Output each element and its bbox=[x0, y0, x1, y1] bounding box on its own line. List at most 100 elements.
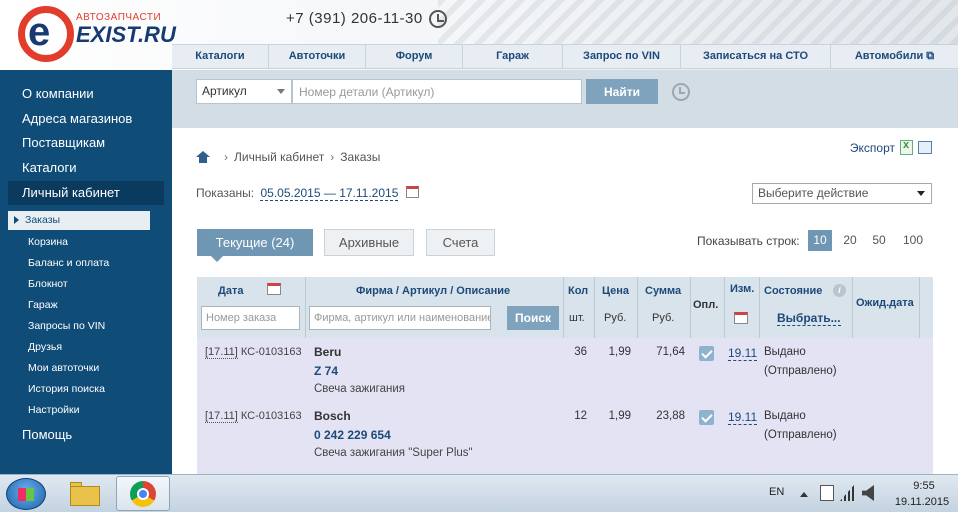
sidebar-subitem-settings[interactable]: Настройки bbox=[0, 400, 172, 421]
history-icon[interactable] bbox=[672, 83, 690, 101]
network-icon[interactable] bbox=[840, 485, 854, 501]
action-center-icon[interactable] bbox=[820, 485, 834, 501]
calendar-icon[interactable] bbox=[405, 186, 419, 198]
header-sum-unit: Руб. bbox=[652, 312, 675, 324]
sidebar-subitem-orders[interactable]: Заказы bbox=[8, 211, 150, 230]
clock-time[interactable]: 9:55 bbox=[902, 480, 946, 492]
sum: 23,88 bbox=[656, 410, 685, 422]
export-area: Экспорт bbox=[850, 139, 932, 155]
header-paid[interactable]: Опл. bbox=[693, 299, 718, 311]
order-date[interactable]: [17.11] bbox=[205, 410, 238, 423]
export-link[interactable]: Экспорт bbox=[850, 141, 895, 155]
topnav-cars[interactable]: Автомобили ⧉ bbox=[831, 45, 958, 68]
site-logo[interactable]: e АВТОЗАПЧАСТИ EXIST.RU bbox=[18, 6, 176, 62]
order-number-filter[interactable] bbox=[201, 306, 300, 330]
article-number[interactable]: 0 242 229 654 bbox=[314, 428, 391, 442]
table-row[interactable]: [17.11] КС-0103163 Bosch 0 242 229 654 С… bbox=[197, 407, 933, 471]
rows-option-50[interactable]: 50 bbox=[866, 230, 892, 251]
start-button[interactable] bbox=[6, 478, 46, 510]
rows-per-page-label: Показывать строк: bbox=[697, 234, 800, 248]
part-description: Свеча зажигания "Super Plus" bbox=[314, 447, 473, 459]
header-changed[interactable]: Изм. bbox=[730, 283, 754, 295]
topnav-catalogs[interactable]: Каталоги bbox=[172, 45, 269, 68]
logo-text: EXIST.RU bbox=[76, 22, 176, 47]
firm-filter-input[interactable] bbox=[309, 306, 491, 330]
header-firm[interactable]: Фирма / Артикул / Описание bbox=[356, 285, 510, 297]
action-select[interactable]: Выберите действие bbox=[752, 183, 932, 204]
topnav-garage[interactable]: Гараж bbox=[463, 45, 563, 68]
taskbar: EN 9:55 19.11.2015 bbox=[0, 474, 958, 512]
table-search-button[interactable]: Поиск bbox=[507, 306, 559, 330]
topnav-service-booking[interactable]: Записаться на СТО bbox=[681, 45, 831, 68]
topnav-forum[interactable]: Форум bbox=[366, 45, 463, 68]
sidebar-subitem-notepad[interactable]: Блокнот bbox=[0, 274, 172, 295]
topnav-vin-request[interactable]: Запрос по VIN bbox=[563, 45, 681, 68]
calendar-icon[interactable] bbox=[734, 312, 748, 324]
volume-icon[interactable] bbox=[862, 485, 874, 501]
print-icon[interactable] bbox=[918, 141, 932, 154]
sidebar: О компании Адреса магазинов Поставщикам … bbox=[0, 70, 172, 474]
rows-option-20[interactable]: 20 bbox=[838, 230, 862, 251]
article-number[interactable]: Z 74 bbox=[314, 364, 338, 378]
home-icon[interactable] bbox=[196, 150, 210, 164]
order-status: Выдано (Отправлено) bbox=[764, 346, 837, 377]
sidebar-subitem-vin[interactable]: Запросы по VIN bbox=[0, 316, 172, 337]
header-qty[interactable]: Кол bbox=[568, 285, 588, 297]
top-navigation: Каталоги Автоточки Форум Гараж Запрос по… bbox=[172, 44, 958, 69]
clock-icon[interactable] bbox=[429, 10, 447, 28]
quantity: 36 bbox=[574, 346, 587, 358]
header-date[interactable]: Дата bbox=[218, 285, 243, 297]
changed-date[interactable]: 19.11 bbox=[728, 346, 758, 361]
header-expected-date[interactable]: Ожид.дата bbox=[856, 297, 914, 309]
paid-checkbox bbox=[699, 346, 714, 361]
find-button[interactable]: Найти bbox=[586, 79, 658, 104]
info-icon[interactable]: i bbox=[833, 284, 846, 297]
rows-option-10[interactable]: 10 bbox=[808, 230, 832, 251]
firm-name: Beru bbox=[314, 345, 342, 359]
sidebar-subitem-cart[interactable]: Корзина bbox=[0, 232, 172, 253]
table-body: [17.11] КС-0103163 Beru Z 74 Свеча зажиг… bbox=[197, 338, 933, 474]
part-number-input[interactable] bbox=[292, 79, 582, 104]
table-header: Дата Фирма / Артикул / Описание Кол шт. … bbox=[197, 277, 933, 338]
header-price[interactable]: Цена bbox=[602, 285, 629, 297]
sidebar-subitem-friends[interactable]: Друзья bbox=[0, 337, 172, 358]
topnav-autopoints[interactable]: Автоточки bbox=[269, 45, 366, 68]
sidebar-item-catalogs[interactable]: Каталоги bbox=[22, 156, 172, 181]
tab-current[interactable]: Текущие (24) bbox=[197, 229, 313, 262]
language-indicator[interactable]: EN bbox=[769, 486, 784, 498]
sidebar-subitem-history[interactable]: История поиска bbox=[0, 379, 172, 400]
price: 1,99 bbox=[608, 410, 631, 422]
sidebar-item-stores[interactable]: Адреса магазинов bbox=[22, 107, 172, 132]
breadcrumb-account[interactable]: Личный кабинет bbox=[234, 150, 324, 164]
sidebar-item-about[interactable]: О компании bbox=[22, 82, 172, 107]
quantity: 12 bbox=[574, 410, 587, 422]
search-type-select[interactable]: Артикул bbox=[196, 79, 292, 104]
sidebar-item-help[interactable]: Помощь bbox=[0, 427, 172, 442]
date-range: Показаны: 05.05.2015 — 17.11.2015 bbox=[196, 186, 419, 201]
rows-option-100[interactable]: 100 bbox=[898, 230, 928, 251]
chevron-down-icon bbox=[917, 191, 925, 196]
date-range-link[interactable]: 05.05.2015 — 17.11.2015 bbox=[260, 186, 399, 201]
sidebar-subitem-autopoints[interactable]: Мои автоточки bbox=[0, 358, 172, 379]
changed-date[interactable]: 19.11 bbox=[728, 410, 758, 425]
sidebar-item-account[interactable]: Личный кабинет bbox=[8, 181, 164, 205]
show-hidden-icons-arrow[interactable] bbox=[800, 492, 808, 497]
breadcrumb: › Личный кабинет › Заказы bbox=[196, 150, 380, 164]
sidebar-item-suppliers[interactable]: Поставщикам bbox=[22, 131, 172, 156]
order-status: Выдано (Отправлено) bbox=[764, 410, 837, 441]
sidebar-subitem-balance[interactable]: Баланс и оплата bbox=[0, 253, 172, 274]
order-date[interactable]: [17.11] bbox=[205, 346, 238, 359]
header-status[interactable]: Состояние bbox=[764, 285, 822, 297]
calendar-icon[interactable] bbox=[267, 283, 281, 295]
header-banner bbox=[438, 0, 958, 44]
clock-date[interactable]: 19.11.2015 bbox=[892, 496, 952, 508]
table-row[interactable]: [17.11] КС-0103163 Beru Z 74 Свеча зажиг… bbox=[197, 343, 933, 407]
excel-icon[interactable] bbox=[900, 139, 913, 155]
sidebar-subitem-garage[interactable]: Гараж bbox=[0, 295, 172, 316]
status-filter-link[interactable]: Выбрать... bbox=[777, 311, 841, 326]
tab-bills[interactable]: Счета bbox=[426, 229, 495, 256]
explorer-taskbar-button[interactable] bbox=[66, 478, 106, 510]
chrome-taskbar-button[interactable] bbox=[116, 476, 170, 511]
header-sum[interactable]: Сумма bbox=[645, 285, 681, 297]
tab-archive[interactable]: Архивные bbox=[324, 229, 414, 256]
